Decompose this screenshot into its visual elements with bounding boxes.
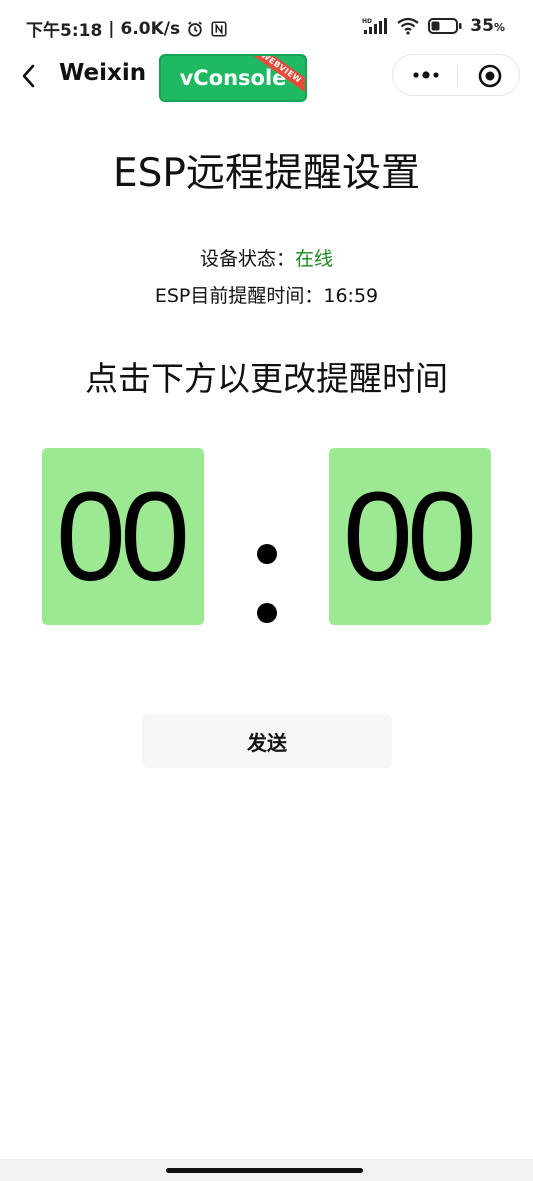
vconsole-label: vConsole xyxy=(179,66,287,90)
mini-program-capsule xyxy=(392,54,520,96)
status-bar-left: 下午5:18 | 6.0K/s xyxy=(26,16,228,41)
device-status-line: 设备状态：在线 xyxy=(0,244,533,271)
colon-dot-top xyxy=(257,544,277,564)
send-button[interactable]: 发送 xyxy=(142,714,392,768)
nav-bar: Weixin vConsole WEBVIEW xyxy=(0,54,533,102)
chevron-left-icon[interactable] xyxy=(18,62,40,90)
capsule-divider xyxy=(457,65,458,87)
battery-icon xyxy=(428,18,462,34)
page-title: ESP远程提醒设置 xyxy=(113,151,420,196)
status-bar-right: HD 35% xyxy=(362,16,505,36)
hd-signal-icon: HD xyxy=(362,18,388,34)
current-reminder-label: ESP目前提醒时间： xyxy=(154,285,324,307)
alarm-icon xyxy=(188,21,203,37)
status-bar: 下午5:18 | 6.0K/s HD 35% xyxy=(0,0,533,54)
status-separator: | xyxy=(108,18,115,39)
home-indicator[interactable] xyxy=(166,1168,363,1173)
instruction-text: 点击下方以更改提醒时间 xyxy=(85,359,448,398)
status-time: 下午5:18 xyxy=(26,21,103,41)
colon-dot-bottom xyxy=(257,603,277,623)
svg-text:HD: HD xyxy=(362,18,372,25)
hour-value: 00 xyxy=(55,465,190,607)
network-speed: 6.0K/s xyxy=(120,18,181,39)
nav-title: Weixin xyxy=(59,60,147,86)
nfc-icon xyxy=(211,20,227,37)
target-close-icon[interactable] xyxy=(477,63,503,89)
hour-picker[interactable]: 00 xyxy=(42,448,204,625)
device-status-value: 在线 xyxy=(295,248,334,270)
battery-percent: 35% xyxy=(470,16,505,36)
device-status-label: 设备状态： xyxy=(199,248,295,270)
current-reminder-line: ESP目前提醒时间：16:59 xyxy=(0,281,533,308)
wifi-icon xyxy=(397,17,419,35)
vconsole-button[interactable]: vConsole WEBVIEW xyxy=(159,54,307,102)
bottom-gesture-bar xyxy=(0,1159,533,1181)
current-reminder-value: 16:59 xyxy=(323,285,379,307)
minute-picker[interactable]: 00 xyxy=(329,448,491,625)
more-dots-icon[interactable] xyxy=(409,63,443,87)
minute-value: 00 xyxy=(342,465,477,607)
